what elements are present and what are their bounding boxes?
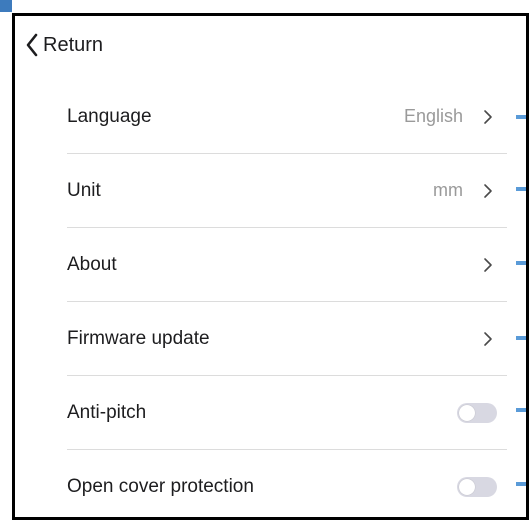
corner-marker (0, 0, 12, 12)
settings-row-anti-pitch: Anti-pitch (67, 376, 507, 450)
toggle-knob (459, 478, 475, 495)
chevron-left-icon (26, 33, 38, 57)
row-label: Anti-pitch (67, 401, 147, 423)
callout-pointer (516, 261, 526, 265)
settings-row-about[interactable]: About (67, 228, 507, 302)
chevron-right-icon (484, 109, 492, 124)
row-label: Open cover protection (67, 475, 254, 497)
row-label: Unit (67, 179, 101, 201)
callout-pointer (516, 482, 526, 486)
row-value: English (403, 106, 463, 126)
callout-pointer (516, 336, 526, 340)
return-button[interactable]: Return (25, 33, 103, 57)
settings-row-unit[interactable]: Unit mm (67, 154, 507, 228)
open-cover-protection-toggle[interactable] (457, 476, 497, 497)
row-label: Language (67, 105, 152, 127)
header-bar: Return (15, 16, 526, 74)
settings-row-language[interactable]: Language English (67, 80, 507, 154)
chevron-right-icon (484, 331, 492, 346)
return-label: Return (43, 33, 104, 56)
toggle-knob (459, 404, 475, 421)
callout-pointer (516, 408, 526, 412)
row-label: Firmware update (67, 327, 210, 349)
settings-row-firmware-update[interactable]: Firmware update (67, 302, 507, 376)
chevron-right-icon (484, 183, 492, 198)
settings-screen: Return Language English Unit mm About Fi… (12, 13, 529, 520)
chevron-right-icon (484, 257, 492, 272)
anti-pitch-toggle[interactable] (457, 402, 497, 423)
row-value: mm (433, 180, 463, 200)
callout-pointer (516, 115, 526, 119)
settings-row-open-cover-protection: Open cover protection (67, 450, 507, 517)
row-label: About (67, 253, 117, 275)
callout-pointer (516, 187, 526, 191)
